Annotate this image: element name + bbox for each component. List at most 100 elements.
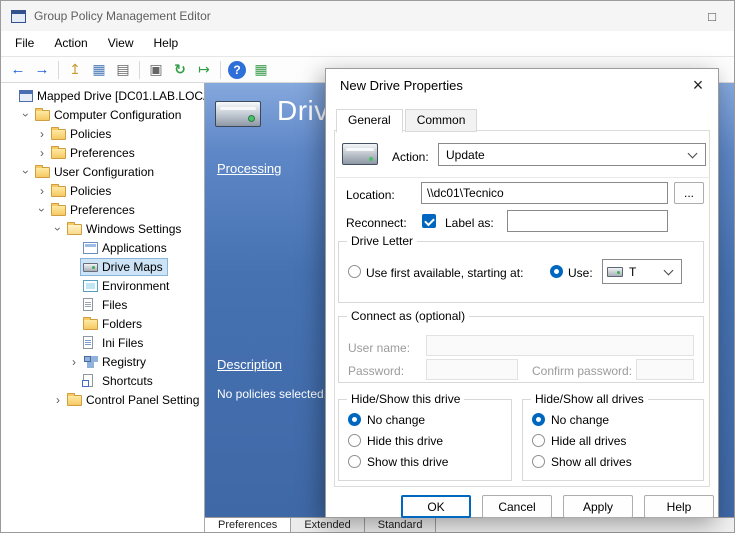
forward-icon[interactable]: → — [31, 59, 53, 81]
help-icon[interactable]: ? — [228, 61, 246, 79]
tree-item-label: Preferences — [70, 146, 135, 160]
env-icon — [83, 280, 98, 292]
drive-letter-icon — [607, 267, 623, 277]
tree-item-user-preferences[interactable]: › Preferences — [1, 200, 204, 219]
ok-button[interactable]: OK — [401, 495, 471, 518]
tree-item-label: Policies — [70, 127, 111, 141]
tree-item-label: Computer Configuration — [54, 108, 181, 122]
processing-section-link[interactable]: Processing — [217, 161, 281, 176]
drive-letter-dropdown[interactable]: T — [602, 259, 682, 284]
tab-general[interactable]: General — [336, 109, 403, 133]
browse-button[interactable]: ... — [674, 182, 704, 204]
radio-hide-all-drives[interactable]: Hide all drives — [532, 430, 632, 451]
tree-item-content: Computer Configuration — [32, 106, 186, 124]
cancel-button[interactable]: Cancel — [482, 495, 552, 518]
close-icon[interactable]: × — [686, 75, 710, 97]
tree-item-label: Preferences — [70, 203, 135, 217]
radio-show-this-drive[interactable]: Show this drive — [348, 451, 448, 472]
toolbar-separator — [58, 61, 59, 79]
radio-icon[interactable] — [348, 434, 361, 447]
apply-button[interactable]: Apply — [563, 495, 633, 518]
tree-item-content: Shortcuts — [80, 372, 158, 390]
properties-icon[interactable]: ▤ — [112, 59, 134, 81]
radio-icon[interactable] — [348, 413, 361, 426]
tree-item-label: Windows Settings — [86, 222, 181, 236]
tree-item-computer-configuration[interactable]: › Computer Configuration — [1, 105, 204, 124]
tree-item-computer-policies[interactable]: › Policies — [1, 124, 204, 143]
radio-no-change[interactable]: No change — [532, 409, 632, 430]
tree-item-user-configuration[interactable]: ›User Configuration — [1, 162, 204, 181]
radio-no-change[interactable]: No change — [348, 409, 448, 430]
label-as-input[interactable] — [507, 210, 668, 232]
location-input[interactable] — [421, 182, 668, 204]
action-label: Action: — [392, 150, 429, 164]
view-tab-preferences[interactable]: Preferences — [205, 518, 291, 532]
drive-maps-pane-icon — [215, 101, 261, 127]
tree-item-content: Environment — [80, 277, 174, 295]
back-icon[interactable]: ← — [7, 59, 29, 81]
radio-show-all-drives[interactable]: Show all drives — [532, 451, 632, 472]
chevron-right-icon[interactable]: › — [68, 356, 80, 368]
radio-icon[interactable] — [532, 455, 545, 468]
description-section-link[interactable]: Description — [217, 357, 282, 372]
menu-file[interactable]: File — [5, 31, 44, 56]
tree-item-windows-settings[interactable]: › Windows Settings — [1, 219, 204, 238]
menu-view[interactable]: View — [98, 31, 144, 56]
menu-action[interactable]: Action — [44, 31, 97, 56]
use-first-available-radio[interactable] — [348, 265, 361, 278]
chevron-right-icon[interactable]: › — [36, 147, 48, 159]
up-one-level-icon[interactable]: ↥ — [64, 59, 86, 81]
extended-view-icon[interactable]: ▦ — [250, 59, 272, 81]
confirm-password-input — [636, 359, 694, 380]
tree-item-registry[interactable]: ›Registry — [1, 352, 204, 371]
folder-icon — [83, 319, 98, 330]
radio-hide-this-drive[interactable]: Hide this drive — [348, 430, 448, 451]
folder-icon — [35, 110, 50, 121]
view-tab-extended[interactable]: Extended — [291, 518, 364, 532]
tree-item-files[interactable]: Files — [1, 295, 204, 314]
tree-item-drive-maps[interactable]: Drive Maps — [1, 257, 204, 276]
use-radio[interactable] — [550, 265, 563, 278]
tree-item-shortcuts[interactable]: Shortcuts — [1, 371, 204, 390]
dialog-buttons: OK Cancel Apply Help — [401, 495, 714, 518]
ini-icon — [83, 336, 93, 349]
tree-item-content: Registry — [80, 353, 151, 371]
registry-icon — [83, 356, 98, 368]
chevron-down-icon[interactable]: › — [52, 223, 64, 235]
radio-icon[interactable] — [532, 434, 545, 447]
view-tab-standard[interactable]: Standard — [365, 518, 437, 532]
tree-item-computer-preferences[interactable]: › Preferences — [1, 143, 204, 162]
tree-item-label: Policies — [70, 184, 111, 198]
refresh-icon[interactable]: ↻ — [169, 59, 191, 81]
tab-common[interactable]: Common — [405, 109, 478, 132]
menu-bar: FileActionViewHelp — [1, 31, 734, 56]
folder-icon — [51, 148, 66, 159]
chevron-right-icon[interactable]: › — [36, 185, 48, 197]
chevron-down-icon[interactable]: › — [20, 166, 32, 178]
action-value: Update — [446, 148, 485, 162]
password-label: Password: — [348, 364, 404, 378]
export-list-icon[interactable]: ↦ — [193, 59, 215, 81]
tree-item-applications[interactable]: Applications — [1, 238, 204, 257]
radio-icon[interactable] — [532, 413, 545, 426]
maximize-button[interactable]: □ — [700, 7, 724, 26]
hide-show-all-options: No changeHide all drivesShow all drives — [532, 409, 632, 472]
chevron-right-icon[interactable]: › — [52, 394, 64, 406]
print-icon[interactable]: ▣ — [145, 59, 167, 81]
tree-item-environment[interactable]: Environment — [1, 276, 204, 295]
tree-item-control-panel-settings[interactable]: ›Control Panel Setting — [1, 390, 204, 409]
action-dropdown[interactable]: Update — [438, 143, 706, 166]
tree-item-user-policies[interactable]: › Policies — [1, 181, 204, 200]
chevron-right-icon[interactable]: › — [36, 128, 48, 140]
tree-item-ini-files[interactable]: Ini Files — [1, 333, 204, 352]
tree-item-folders[interactable]: Folders — [1, 314, 204, 333]
show-console-tree-icon[interactable]: ▦ — [88, 59, 110, 81]
help-button[interactable]: Help — [644, 495, 714, 518]
chevron-down-icon[interactable]: › — [36, 204, 48, 216]
separator — [336, 177, 710, 178]
tree-item-root[interactable]: Mapped Drive [DC01.LAB.LOCA — [1, 86, 204, 105]
reconnect-checkbox[interactable] — [422, 214, 436, 228]
radio-icon[interactable] — [348, 455, 361, 468]
chevron-down-icon[interactable]: › — [20, 109, 32, 121]
menu-help[interactable]: Help — [144, 31, 189, 56]
